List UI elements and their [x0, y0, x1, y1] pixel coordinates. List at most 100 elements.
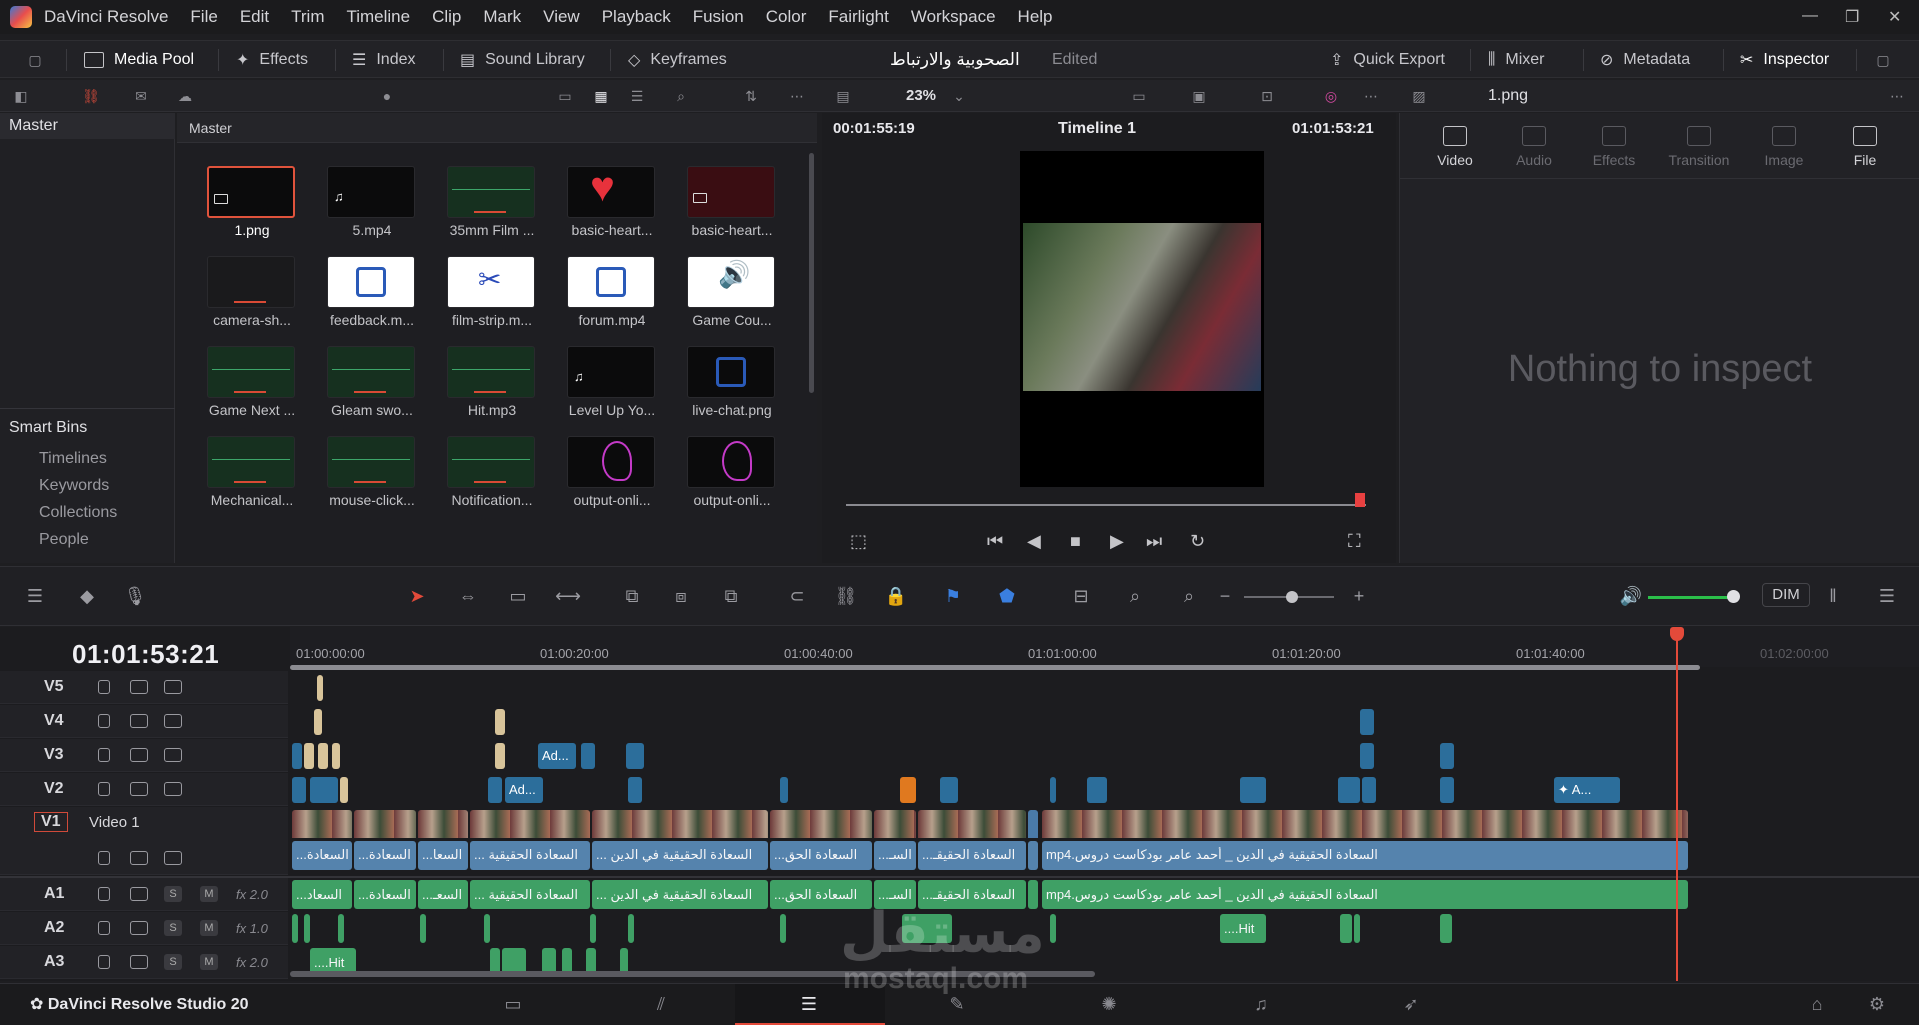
solo-button[interactable]: S	[164, 920, 182, 936]
media-pool-clip[interactable]: mouse-click...	[310, 434, 418, 522]
audio-clip[interactable]: السعادة الحقيقية في الدين _ أحمد عامر بو…	[1042, 880, 1688, 909]
lock-icon[interactable]	[98, 921, 110, 935]
audio-clip[interactable]	[1050, 914, 1056, 943]
menu-fusion[interactable]: Fusion	[693, 7, 744, 27]
viewer-layout-icon[interactable]: ▤	[834, 88, 852, 104]
zoom-out-icon[interactable]: −	[1212, 585, 1238, 607]
auto-select-icon[interactable]	[130, 887, 148, 901]
timeline-clip[interactable]	[317, 675, 323, 701]
timeline-settings-icon[interactable]: ☰	[1874, 585, 1900, 607]
menu-trim[interactable]: Trim	[291, 7, 324, 27]
media-pool-clip[interactable]: forum.mp4	[550, 254, 658, 342]
effects-button[interactable]: ✦ Effects	[236, 41, 308, 79]
video-clip[interactable]: السعادة الحقيقـ...	[918, 841, 1026, 870]
dim-button[interactable]: DIM	[1762, 583, 1810, 607]
loop-icon[interactable]: ↻	[1190, 531, 1205, 552]
menu-file[interactable]: File	[190, 7, 217, 27]
more-options-icon[interactable]: ⋯	[1888, 88, 1906, 104]
audio-clip[interactable]	[338, 914, 344, 943]
auto-select-icon[interactable]	[130, 680, 148, 694]
thumbnail-size-slider-icon[interactable]: ●	[378, 88, 396, 104]
mute-button[interactable]: M	[200, 954, 218, 970]
timeline-clip[interactable]	[304, 743, 314, 769]
timeline-clip[interactable]	[318, 743, 328, 769]
timeline-clip[interactable]	[1440, 777, 1454, 803]
menu-help[interactable]: Help	[1018, 7, 1053, 27]
play-icon[interactable]: ▶	[1110, 531, 1124, 552]
zoom-in-icon[interactable]: +	[1346, 585, 1372, 607]
mixer-button[interactable]: ⫼ Mixer	[1488, 41, 1544, 79]
full-extent-zoom-icon[interactable]: ⊟	[1068, 585, 1094, 607]
video-visibility-icon[interactable]	[164, 714, 182, 728]
viewer-scrub-bar[interactable]	[846, 504, 1366, 506]
timeline-clip[interactable]	[626, 743, 644, 769]
media-pool-clip[interactable]: 🔊 Game Cou...	[670, 254, 778, 342]
timeline-clip-adjustment[interactable]: Ad...	[505, 777, 543, 803]
timeline-playhead[interactable]	[1676, 629, 1678, 981]
video-visibility-icon[interactable]	[164, 748, 182, 762]
fullscreen-icon[interactable]: ⛶	[1348, 531, 1361, 552]
timeline-clip[interactable]	[292, 743, 302, 769]
timeline-clip[interactable]	[780, 777, 788, 803]
lock-icon[interactable]	[98, 955, 110, 969]
insert-clip-icon[interactable]: ⧉	[619, 585, 645, 607]
mute-button[interactable]: M	[200, 886, 218, 902]
audio-clip[interactable]	[420, 914, 426, 943]
close-icon[interactable]: ✕	[1888, 7, 1901, 27]
lock-icon[interactable]	[98, 887, 110, 901]
timeline-clip[interactable]	[900, 777, 916, 803]
video-clip[interactable]: السعادة الحقيقية في الدين _ أحمد عامر بو…	[1042, 841, 1688, 870]
timeline-clip[interactable]	[292, 777, 306, 803]
timeline-clip[interactable]	[581, 743, 595, 769]
metadata-button[interactable]: ⊘ Metadata	[1600, 41, 1690, 79]
smart-bin-people[interactable]: People	[39, 531, 89, 549]
menu-app[interactable]: DaVinci Resolve	[44, 7, 168, 27]
lock-icon[interactable]	[98, 782, 110, 796]
auto-select-icon[interactable]	[130, 748, 148, 762]
lock-icon[interactable]	[98, 680, 110, 694]
quality-icon[interactable]: ▣	[1190, 88, 1208, 104]
media-pool-clip[interactable]: 35mm Film ...	[430, 164, 538, 252]
auto-select-icon[interactable]	[130, 782, 148, 796]
media-pool-clip[interactable]: Game Next ...	[190, 344, 298, 432]
lock-icon[interactable]: 🔒	[883, 585, 909, 607]
media-page-icon[interactable]: ▭	[500, 994, 526, 1016]
trim-tool-icon[interactable]: ⇔	[455, 585, 481, 607]
sort-icon[interactable]: ⇅	[742, 88, 760, 104]
custom-zoom-icon[interactable]: ⌕	[1176, 585, 1202, 607]
linked-selection-icon[interactable]: ⛓	[833, 585, 859, 607]
media-pool-clip[interactable]: output-onli...	[670, 434, 778, 522]
blade-tool-icon[interactable]: ⟷	[555, 585, 581, 607]
media-pool-clip[interactable]: Gleam swo...	[310, 344, 418, 432]
track-name-video1[interactable]: Video 1	[89, 814, 140, 831]
tab-file[interactable]: File	[1825, 126, 1905, 168]
master-bin[interactable]: Master	[9, 117, 58, 135]
menu-timeline[interactable]: Timeline	[346, 7, 410, 27]
media-pool-clip[interactable]: 1.png	[190, 164, 298, 252]
link-icon[interactable]: ⛓	[82, 88, 100, 104]
grid-view-icon[interactable]: ▦	[592, 88, 610, 104]
audio-clip[interactable]: السعادة...	[354, 880, 416, 909]
audio-clip[interactable]	[628, 914, 634, 943]
dynamic-trim-icon[interactable]: ▭	[505, 585, 531, 607]
auto-select-icon[interactable]	[130, 851, 148, 865]
audio-clip[interactable]	[1440, 914, 1452, 943]
microphone-icon[interactable]: 🎙	[122, 585, 148, 607]
stop-icon[interactable]: ■	[1070, 531, 1081, 552]
keyframes-button[interactable]: ◇ Keyframes	[628, 41, 727, 79]
volume-slider[interactable]	[1648, 596, 1734, 599]
edit-page-icon[interactable]: ☰	[796, 994, 822, 1016]
timeline-clip[interactable]	[495, 709, 505, 735]
smart-bin-keywords[interactable]: Keywords	[39, 477, 109, 495]
snap-magnet-icon[interactable]: ⊂	[784, 585, 810, 607]
audio-clip[interactable]: السعادة الحقيقية ...	[470, 880, 590, 909]
quick-export-button[interactable]: ⇪ Quick Export	[1330, 41, 1445, 79]
media-pool-clip[interactable]: ♥ basic-heart...	[550, 164, 658, 252]
smart-bin-timelines[interactable]: Timelines	[39, 450, 107, 468]
menu-fairlight[interactable]: Fairlight	[828, 7, 888, 27]
audio-clip-hit[interactable]: Hit....	[1220, 914, 1266, 943]
auto-select-icon[interactable]	[130, 714, 148, 728]
menu-edit[interactable]: Edit	[240, 7, 269, 27]
zoom-slider-handle[interactable]	[1286, 591, 1298, 603]
timeline-clip[interactable]	[628, 777, 642, 803]
